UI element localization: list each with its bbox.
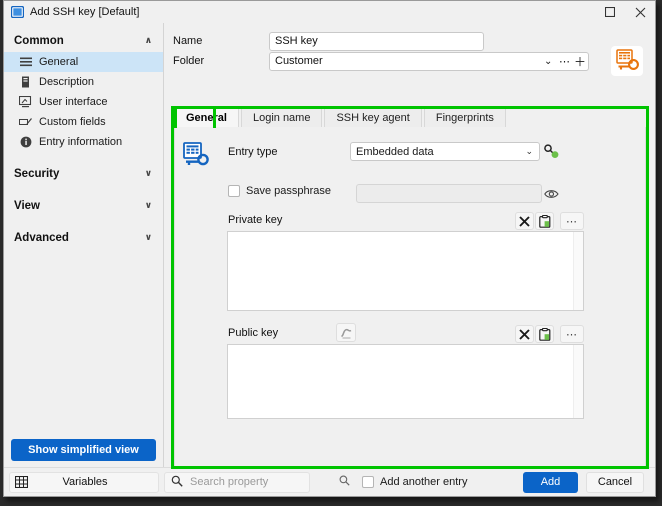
chevron-down-icon: ∨ (144, 201, 152, 211)
sidebar-item-description-label: Description (39, 76, 95, 88)
x-icon (519, 215, 530, 227)
list-icon (19, 56, 32, 69)
sidebar-group-view-label: View (14, 200, 40, 212)
chevron-down-icon: ∨ (144, 233, 152, 243)
tab-ssh-key-agent[interactable]: SSH key agent (324, 107, 422, 128)
maximize-button[interactable] (595, 1, 625, 23)
add-button[interactable]: Add (523, 471, 578, 493)
checkbox-box (362, 476, 374, 488)
sidebar-group-advanced[interactable]: Advanced ∨ (4, 227, 163, 249)
custom-field-icon (19, 116, 32, 129)
grid-icon (10, 476, 32, 488)
save-passphrase-checkbox[interactable]: Save passphrase (228, 185, 331, 197)
monitor-icon (19, 96, 32, 109)
chevron-up-icon: ∧ (144, 36, 152, 46)
public-key-paste-button[interactable] (535, 325, 554, 343)
tab-strip: General Login name SSH key agent Fingerp… (174, 106, 646, 128)
name-input[interactable]: SSH key (269, 31, 484, 51)
cancel-button[interactable]: Cancel (586, 471, 644, 493)
sidebar-item-user-interface-label: User interface (39, 96, 108, 108)
sidebar-item-general[interactable]: General (4, 52, 163, 72)
tab-fingerprints[interactable]: Fingerprints (423, 107, 506, 128)
x-icon (519, 328, 530, 340)
variables-label: Variables (62, 476, 108, 488)
close-button[interactable] (625, 1, 655, 23)
public-key-textarea[interactable] (227, 344, 584, 419)
info-icon (19, 136, 32, 149)
sidebar: Common ∧ General Description User interf… (4, 23, 164, 496)
clipboard-icon (538, 214, 550, 228)
name-field-row: Name SSH key (165, 31, 655, 51)
search-property-box[interactable] (164, 471, 350, 493)
show-simplified-view-button[interactable]: Show simplified view (11, 439, 156, 461)
private-key-more-button[interactable]: ⋯ (560, 212, 584, 230)
eye-icon[interactable] (542, 184, 561, 203)
entry-type-combobox[interactable]: Embedded data ⌄ (350, 142, 540, 161)
sidebar-item-user-interface[interactable]: User interface (4, 92, 163, 112)
sidebar-item-custom-fields[interactable]: Custom fields (4, 112, 163, 132)
sidebar-group-advanced-label: Advanced (14, 232, 69, 244)
sidebar-group-common[interactable]: Common ∧ (4, 30, 163, 52)
save-passphrase-label: Save passphrase (246, 185, 331, 197)
search-input[interactable] (188, 475, 334, 489)
tab-login-name[interactable]: Login name (240, 107, 323, 128)
chevron-down-icon: ⌄ (525, 146, 533, 157)
status-bar: Variables Add another entry Add Canc (4, 467, 655, 496)
folder-label: Folder (173, 55, 205, 67)
checkbox-box (228, 185, 240, 197)
sidebar-item-general-label: General (39, 56, 79, 68)
folder-combobox[interactable]: Customer (269, 51, 589, 71)
add-another-entry-label: Add another entry (380, 476, 468, 488)
annotation-highlight-top (171, 106, 649, 109)
public-key-scrollbar[interactable] (573, 345, 583, 418)
sidebar-item-custom-fields-label: Custom fields (39, 116, 106, 128)
folder-add-button[interactable]: ＋ (574, 53, 586, 70)
sidebar-item-description[interactable]: Description (4, 72, 163, 92)
annotation-highlight-tab (174, 106, 216, 128)
folder-field-row: Folder Customer ⌄ ⋯ ＋ (165, 51, 655, 71)
private-key-clear-button[interactable] (515, 212, 534, 230)
window-icon (10, 5, 25, 19)
public-key-clear-button[interactable] (515, 325, 534, 343)
note-icon (19, 76, 32, 89)
key-generate-icon[interactable] (543, 143, 559, 159)
entry-type-label: Entry type (228, 146, 278, 158)
sidebar-group-view[interactable]: View ∨ (4, 195, 163, 217)
add-another-entry-checkbox[interactable]: Add another entry (362, 476, 467, 488)
header-fields: Name SSH key Folder Customer ⌄ ⋯ ＋ (165, 23, 655, 107)
window-controls (595, 1, 655, 23)
folder-more-button[interactable]: ⋯ (559, 55, 570, 68)
sidebar-group-security[interactable]: Security ∨ (4, 163, 163, 185)
private-key-textarea[interactable] (227, 231, 584, 311)
variables-button[interactable]: Variables (9, 471, 159, 493)
add-ssh-key-dialog: Add SSH key [Default] Common ∧ General D… (3, 0, 656, 497)
public-key-more-button[interactable]: ⋯ (560, 325, 584, 343)
public-key-signature-button[interactable] (336, 323, 356, 342)
sidebar-item-entry-information[interactable]: Entry information (4, 132, 163, 152)
private-key-label: Private key (228, 214, 283, 226)
clipboard-icon (538, 327, 550, 341)
ssh-key-blue-icon (182, 141, 210, 169)
sidebar-group-common-label: Common (14, 35, 64, 47)
magnifier-icon[interactable] (339, 475, 350, 489)
signature-icon (340, 328, 351, 339)
ssh-key-orange-icon (611, 46, 643, 76)
window-title: Add SSH key [Default] (30, 6, 140, 18)
chevron-down-icon: ∨ (144, 169, 152, 179)
entry-type-value: Embedded data (356, 145, 434, 158)
public-key-label: Public key (228, 327, 279, 339)
title-bar: Add SSH key [Default] (4, 1, 655, 23)
chevron-down-icon[interactable]: ⌄ (544, 56, 552, 67)
private-key-scrollbar[interactable] (573, 232, 583, 310)
folder-value: Customer (275, 55, 323, 67)
passphrase-input[interactable] (356, 184, 542, 203)
name-label: Name (173, 35, 203, 47)
sidebar-item-entry-information-label: Entry information (39, 136, 123, 148)
private-key-paste-button[interactable] (535, 212, 554, 230)
sidebar-group-security-label: Security (14, 168, 60, 180)
search-icon (171, 475, 183, 490)
title-bar-left: Add SSH key [Default] (4, 5, 140, 19)
